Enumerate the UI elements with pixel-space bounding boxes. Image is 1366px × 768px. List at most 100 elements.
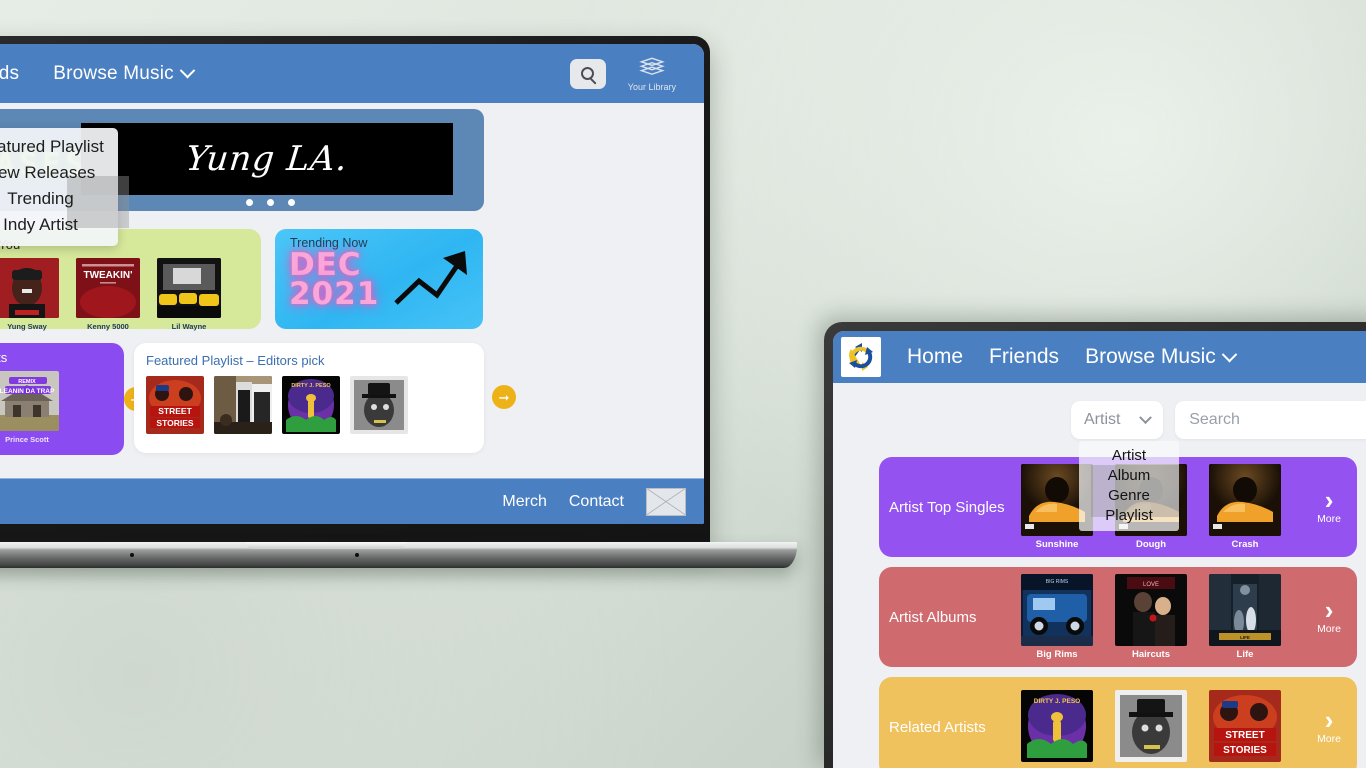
album-art-street-stories-red[interactable]: STREET STORIES: [146, 376, 204, 434]
footer-link-contact[interactable]: Contact: [569, 493, 624, 511]
list-item[interactable]: REMIX LEANIN DA TRAP Prince Scott: [0, 371, 59, 444]
svg-text:STORIES: STORIES: [1223, 745, 1267, 756]
more-button[interactable]: › More: [1317, 594, 1341, 636]
sync-arrows-logo[interactable]: [841, 337, 881, 377]
album-art-tweakin-red: TWEAKIN': [76, 258, 140, 318]
dropdown-item-playlist[interactable]: Playlist: [1079, 505, 1179, 525]
album-art-hat-rapper-bw: [1115, 689, 1187, 762]
dropdown-item-featured-playlist[interactable]: Featured Playlist: [0, 134, 118, 160]
featured-thumbs: STREET STORIES DIRTY J. PESO: [146, 376, 484, 434]
list-item-caption: Sunshine: [1035, 539, 1079, 550]
list-item[interactable]: LIFE Life: [1209, 574, 1281, 660]
carousel-dot[interactable]: [246, 199, 253, 206]
nav-friends-label: Friends: [989, 345, 1060, 368]
list-item-caption: Prince Scott: [5, 435, 49, 444]
album-art-street-stories-red: STREET STORIES: [1209, 689, 1281, 762]
list-item[interactable]: Yung Sway: [0, 258, 59, 331]
trending-date-line2: 2021: [289, 276, 380, 313]
list-item[interactable]: Lil Wayne: [157, 258, 221, 331]
list-item[interactable]: BIG RIMS Big Rims: [1021, 574, 1093, 660]
row-related-artists: Related Artists DIRTY J. PESO STREET STO…: [879, 677, 1357, 768]
dropdown-item-artist[interactable]: Artist: [1079, 445, 1179, 465]
svg-text:LIFE: LIFE: [1240, 635, 1250, 640]
independent-artists-card: ependent Artists Lil 25 REMIXLEANIN DA T…: [0, 343, 148, 455]
laptop-footer: Merch Contact: [0, 478, 704, 524]
independent-thumbs: Lil 25 REMIXLEANIN DA TRAP Prince Scott: [0, 371, 124, 444]
base-dot: [130, 553, 134, 557]
carousel-dots[interactable]: [246, 199, 295, 206]
list-item[interactable]: STREET STORIES: [1209, 689, 1281, 765]
featured-title: Featured Playlist – Editors pick: [146, 353, 325, 368]
logo-icon: [849, 343, 873, 371]
album-art-alley-night: LIFE: [1209, 574, 1281, 646]
your-library-button[interactable]: Your Library: [628, 56, 676, 92]
chevron-right-icon: ›: [1324, 484, 1334, 515]
more-label: More: [1317, 513, 1341, 526]
trend-up-arrow-icon: [394, 251, 467, 305]
list-item[interactable]: DIRTY J. PESO: [1021, 689, 1093, 765]
nav-home[interactable]: Home: [907, 345, 963, 369]
tablet-screen: Home Friends Browse Music Artist Search …: [833, 331, 1366, 768]
svg-text:LOVE: LOVE: [1143, 582, 1159, 588]
chevron-down-icon: [1221, 346, 1238, 362]
album-art-suit-men-brown[interactable]: [214, 376, 272, 434]
envelope-icon[interactable]: [646, 487, 686, 516]
row-label: Artist Albums: [889, 608, 977, 626]
album-art-house-purple-graffiti: REMIX LEANIN DA TRAP: [0, 371, 59, 431]
chevron-down-icon: [179, 62, 196, 79]
list-item[interactable]: LOVE Haircuts: [1115, 574, 1187, 660]
svg-text:STREET: STREET: [1225, 730, 1264, 741]
search-icon[interactable]: [569, 58, 606, 89]
album-art-blue-car-rims: BIG RIMS: [1021, 574, 1093, 646]
browse-music-dropdown[interactable]: Featured Playlist New Releases Trending …: [0, 128, 129, 246]
footer-link-merch[interactable]: Merch: [502, 493, 546, 511]
list-item-caption: Yung Sway: [7, 322, 47, 331]
laptop-base: [0, 542, 797, 568]
laptop-device: nds Browse Music: [0, 36, 797, 568]
list-item-caption: Big Rims: [1036, 649, 1078, 660]
hero-artwork: Yung LA.: [81, 123, 453, 195]
svg-text:REMIX: REMIX: [18, 379, 36, 385]
arrow-right-circle-icon[interactable]: ➞: [492, 385, 516, 409]
search-input[interactable]: Search: [1175, 401, 1366, 439]
list-item-caption: Crash: [1231, 539, 1259, 550]
filter-select-value: Artist: [1084, 411, 1121, 428]
list-item-caption: Haircuts: [1131, 649, 1170, 660]
list-item[interactable]: TWEAKIN' Kenny 5000: [76, 258, 140, 331]
tablet-search-controls: Artist Search: [833, 383, 1366, 439]
base-dot: [355, 553, 359, 557]
dropdown-list: Artist Album Genre Playlist: [1079, 445, 1179, 525]
svg-text:STORIES: STORIES: [156, 418, 193, 428]
tablet-topbar: Home Friends Browse Music: [833, 331, 1366, 383]
filter-select[interactable]: Artist: [1071, 401, 1164, 439]
dropdown-item-album[interactable]: Album: [1079, 465, 1179, 485]
nav-friends-partial[interactable]: nds: [0, 63, 19, 85]
carousel-dot[interactable]: [267, 199, 274, 206]
nav-browse-music[interactable]: Browse Music: [1085, 345, 1238, 369]
dropdown-item-genre[interactable]: Genre: [1079, 485, 1179, 505]
filter-dropdown[interactable]: Artist Album Genre Playlist: [1079, 441, 1179, 531]
album-art-dirty-j-purple-giraffe: DIRTY J. PESO: [1021, 689, 1093, 762]
nav-friends[interactable]: Friends: [989, 345, 1059, 369]
carousel-dot[interactable]: [288, 199, 295, 206]
more-button[interactable]: › More: [1317, 707, 1341, 746]
nav-browse-music[interactable]: Browse Music: [53, 62, 196, 85]
your-library-label: Your Library: [627, 81, 676, 92]
album-art-hat-rapper-bw[interactable]: [350, 376, 408, 434]
row-items: DIRTY J. PESO STREET STORIES: [1021, 689, 1281, 765]
list-item-caption: Dough: [1135, 539, 1167, 550]
svg-text:TWEAKIN': TWEAKIN': [83, 270, 132, 281]
chevron-right-icon: ›: [1324, 594, 1334, 625]
dropdown-item-indy-artist[interactable]: Indy Artist: [0, 212, 118, 238]
list-item[interactable]: [1115, 689, 1187, 765]
dropdown-item-new-releases[interactable]: New Releases: [0, 160, 118, 186]
tablet-device: Home Friends Browse Music Artist Search …: [824, 322, 1366, 768]
dropdown-list: Featured Playlist New Releases Trending …: [0, 134, 118, 238]
album-art-rapper-beanie-red: [0, 258, 59, 318]
more-button[interactable]: › More: [1317, 484, 1341, 526]
list-item[interactable]: Crash: [1209, 464, 1281, 550]
row-items: BIG RIMS Big Rims LOVE Haircuts LIFE Lif…: [1021, 574, 1281, 660]
album-art-dirty-j-purple-giraffe[interactable]: DIRTY J. PESO: [282, 376, 340, 434]
trending-now-card[interactable]: Trending Now DEC 2021: [275, 229, 483, 329]
dropdown-item-trending[interactable]: Trending: [0, 186, 118, 212]
